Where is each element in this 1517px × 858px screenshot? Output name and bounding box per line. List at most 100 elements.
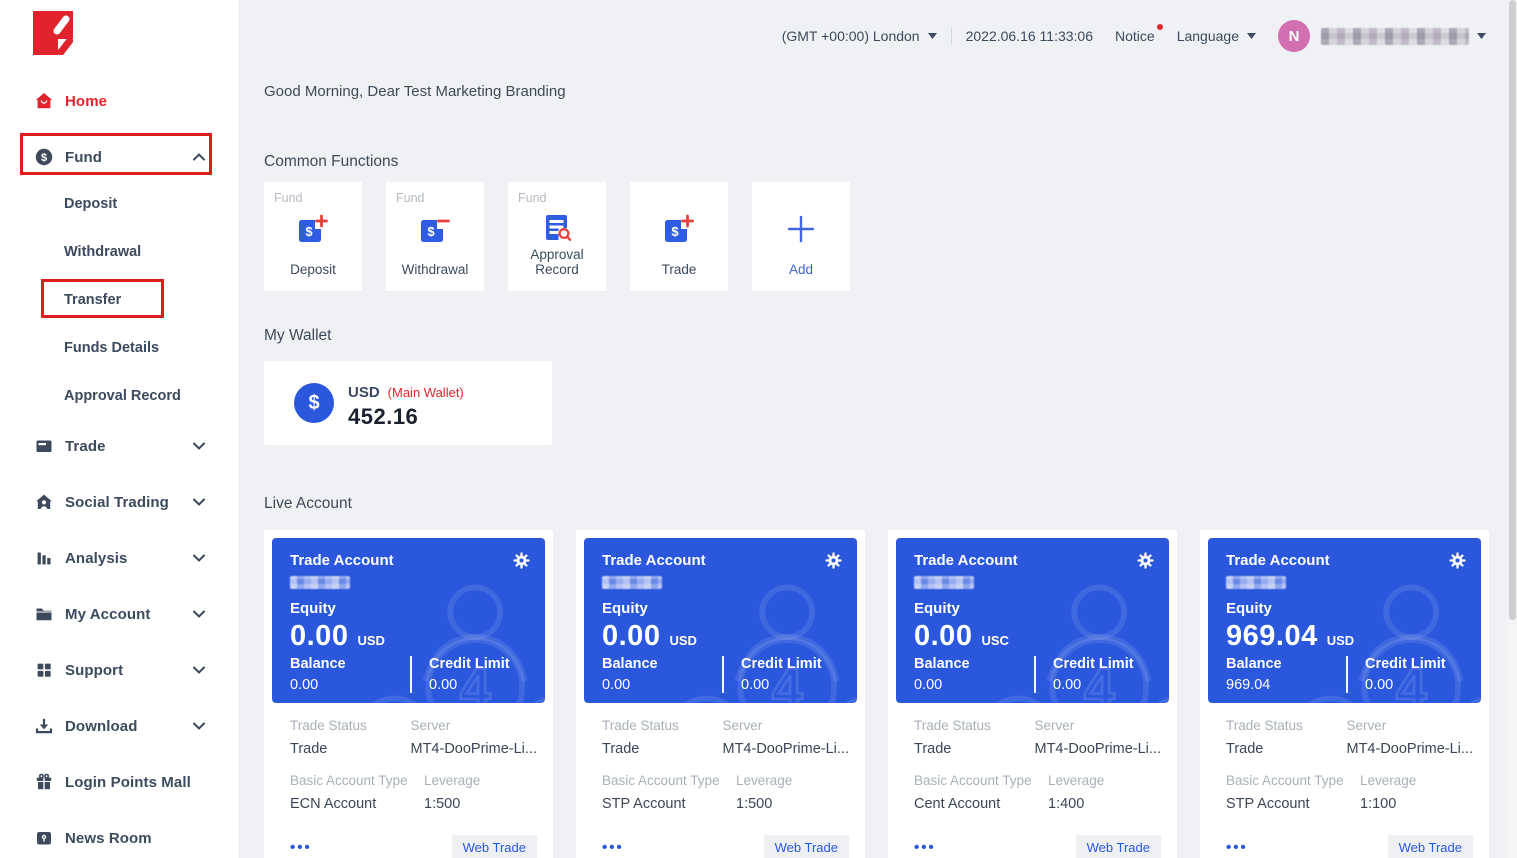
sidebar-item-analysis[interactable]: Analysis <box>35 545 205 571</box>
account-number-blurred <box>914 576 974 589</box>
chevron-down-icon <box>193 442 205 450</box>
gear-icon[interactable] <box>1136 551 1155 575</box>
deposit-icon: $ <box>296 211 330 250</box>
more-actions-button[interactable]: ••• <box>1226 839 1248 856</box>
account-type-value: STP Account <box>602 796 736 812</box>
language-label: Language <box>1177 28 1239 44</box>
notice-dot-badge <box>1157 24 1163 30</box>
balance-value: 0.00 <box>290 677 410 693</box>
sidebar-item-home[interactable]: Home <box>35 88 205 114</box>
trade-status-value: Trade <box>914 741 1035 757</box>
sidebar-item-news-room[interactable]: News Room <box>35 825 205 851</box>
sidebar: Home $ Fund Deposit Withdrawal Transfer … <box>0 0 240 858</box>
gear-icon[interactable] <box>824 551 843 575</box>
sidebar-subitem-deposit[interactable]: Deposit <box>64 193 117 215</box>
timezone-dropdown[interactable]: (GMT +00:00) London <box>782 28 937 44</box>
balance-value: 0.00 <box>914 677 1034 693</box>
sidebar-item-social-trading[interactable]: Social Trading <box>35 489 205 515</box>
sidebar-item-label: Fund <box>65 149 102 166</box>
wallet-card[interactable]: $ USD (Main Wallet) 452.16 <box>264 361 552 445</box>
sidebar-item-fund[interactable]: $ Fund <box>35 144 205 170</box>
equity-value: 0.00 <box>290 620 348 653</box>
topbar: (GMT +00:00) London 2022.06.16 11:33:06 … <box>240 0 1508 72</box>
server-value: MT4-DooPrime-Li... <box>411 741 538 757</box>
account-type-value: Cent Account <box>914 796 1048 812</box>
caret-down-icon <box>1247 33 1256 39</box>
function-card-add[interactable]: Add <box>752 182 850 291</box>
account-number-blurred <box>290 576 350 589</box>
balance-value: 0.00 <box>602 677 722 693</box>
sidebar-item-download[interactable]: Download <box>35 713 205 739</box>
account-title: Trade Account <box>914 552 1018 569</box>
sidebar-subitem-transfer[interactable]: Transfer <box>64 289 121 311</box>
chevron-down-icon <box>193 666 205 674</box>
web-trade-button[interactable]: Web Trade <box>1076 835 1161 858</box>
notice-link[interactable]: Notice <box>1115 28 1155 44</box>
svg-text:$: $ <box>671 224 679 239</box>
web-trade-button[interactable]: Web Trade <box>1388 835 1473 858</box>
account-type-value: STP Account <box>1226 796 1360 812</box>
username-blurred <box>1321 28 1469 45</box>
user-menu[interactable]: N <box>1278 20 1486 52</box>
leverage-value: 1:500 <box>736 796 849 812</box>
server-value: MT4-DooPrime-Li... <box>1035 741 1162 757</box>
account-card: 4 Trade Account Equity 969.04 USD <box>1200 530 1489 858</box>
chevron-down-icon <box>193 554 205 562</box>
sidebar-item-support[interactable]: Support <box>35 657 205 683</box>
equity-value: 0.00 <box>602 620 660 653</box>
trade-status-value: Trade <box>602 741 723 757</box>
sidebar-subitem-funds-details[interactable]: Funds Details <box>64 337 159 359</box>
trade-status-value: Trade <box>1226 741 1347 757</box>
sidebar-item-my-account[interactable]: My Account <box>35 601 205 627</box>
svg-text:$: $ <box>427 224 435 239</box>
scrollbar-thumb[interactable] <box>1509 0 1516 620</box>
function-category-label: Fund <box>396 191 425 205</box>
greeting-text: Good Morning, Dear Test Marketing Brandi… <box>264 83 566 100</box>
sidebar-item-label: Home <box>65 93 107 110</box>
chevron-up-icon <box>193 153 205 161</box>
web-trade-button[interactable]: Web Trade <box>452 835 537 858</box>
wallet-icon <box>35 437 53 455</box>
gift-icon <box>35 773 53 791</box>
sidebar-item-trade[interactable]: Trade <box>35 433 205 459</box>
caret-down-icon <box>928 33 937 39</box>
dollar-circle-icon: $ <box>294 383 334 423</box>
download-icon <box>35 717 53 735</box>
function-card-withdrawal[interactable]: Fund $ Withdrawal <box>386 182 484 291</box>
caret-down-icon <box>1477 33 1486 39</box>
chevron-down-icon <box>193 498 205 506</box>
gear-icon[interactable] <box>512 551 531 575</box>
news-badge-icon <box>35 829 53 847</box>
more-actions-button[interactable]: ••• <box>290 839 312 856</box>
scrollbar-track <box>1508 0 1517 858</box>
section-title-my-wallet: My Wallet <box>264 327 331 345</box>
wallet-main-tag: (Main Wallet) <box>388 385 464 400</box>
credit-value: 0.00 <box>741 677 822 693</box>
sidebar-item-login-points-mall[interactable]: Login Points Mall <box>35 769 205 795</box>
datetime-label: 2022.06.16 11:33:06 <box>966 28 1093 44</box>
equity-currency: USD <box>1327 633 1354 648</box>
account-panel: 4 Trade Account Equity 0.00 USD Ba <box>272 538 545 703</box>
brand-logo-icon[interactable] <box>33 11 73 60</box>
grid-icon <box>35 661 53 679</box>
web-trade-button[interactable]: Web Trade <box>764 835 849 858</box>
language-dropdown[interactable]: Language <box>1177 28 1256 44</box>
more-actions-button[interactable]: ••• <box>602 839 624 856</box>
function-card-deposit[interactable]: Fund $ Deposit <box>264 182 362 291</box>
add-plus-icon <box>786 214 816 249</box>
avatar: N <box>1278 20 1310 52</box>
panel-divider <box>722 656 724 693</box>
bar-chart-icon <box>35 549 53 567</box>
svg-text:$: $ <box>41 152 47 164</box>
sidebar-subitem-approval-record[interactable]: Approval Record <box>64 385 181 407</box>
leverage-value: 1:100 <box>1360 796 1473 812</box>
account-type-value: ECN Account <box>290 796 424 812</box>
function-card-approval-record[interactable]: Fund Approval Record <box>508 182 606 291</box>
approval-record-icon <box>540 211 574 250</box>
more-actions-button[interactable]: ••• <box>914 839 936 856</box>
function-card-trade[interactable]: $ Trade <box>630 182 728 291</box>
gear-icon[interactable] <box>1448 551 1467 575</box>
trade-status-value: Trade <box>290 741 411 757</box>
equity-value: 0.00 <box>914 620 972 653</box>
sidebar-subitem-withdrawal[interactable]: Withdrawal <box>64 241 141 263</box>
